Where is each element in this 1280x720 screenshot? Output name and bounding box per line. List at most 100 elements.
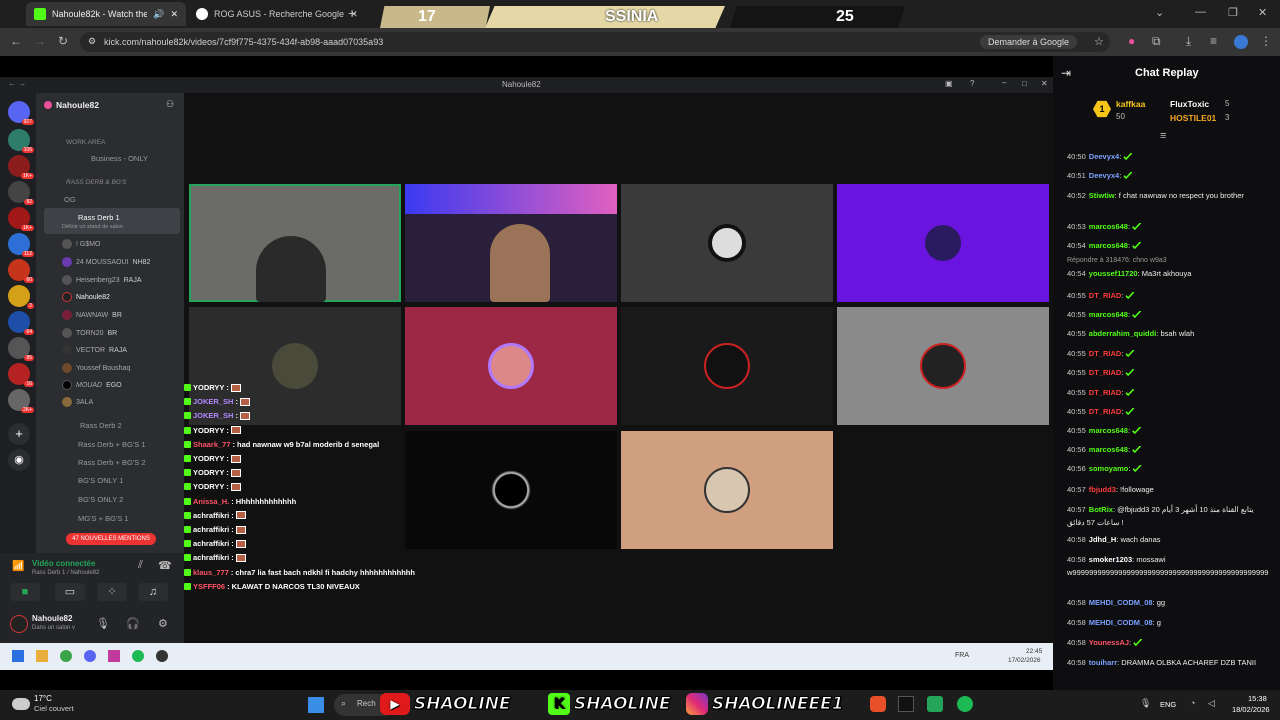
channel-rass1[interactable]: Rass Derb 1 xyxy=(78,213,120,222)
video-tile-cam2[interactable] xyxy=(405,184,617,302)
server-name[interactable]: Nahoule82 xyxy=(56,100,99,110)
maximize-button[interactable]: ❐ xyxy=(1228,6,1238,19)
chat-username[interactable]: YounessAJ xyxy=(1089,638,1129,647)
chat-username[interactable]: abderrahim_quiddi xyxy=(1089,329,1157,338)
input-lang[interactable]: ENG xyxy=(1160,700,1176,709)
new-mentions-pill[interactable]: 47 NOUVELLES MENTIONS xyxy=(66,533,156,545)
chat-username[interactable]: Deevyx4 xyxy=(1089,171,1119,180)
inbox-icon[interactable]: ▣ xyxy=(945,79,953,88)
camera-button[interactable]: ■ xyxy=(10,583,40,601)
channel-bg1[interactable]: BG'S ONLY 1 xyxy=(78,476,123,485)
soundboard-button[interactable]: ♫ xyxy=(138,583,168,601)
chat-username[interactable]: BotRix xyxy=(1089,505,1113,514)
spotify-icon[interactable] xyxy=(957,696,973,712)
nav-arrows-icon[interactable]: ← → xyxy=(8,79,26,88)
server-icon[interactable]: 64 xyxy=(8,311,34,335)
disconnect-icon[interactable]: ☎ xyxy=(158,559,172,572)
voice-user[interactable]: Heisenberg23 RAJA xyxy=(62,275,142,285)
server-icon[interactable]: 82 xyxy=(8,181,34,205)
app-icon[interactable] xyxy=(927,696,943,712)
chat-username[interactable]: Stiwtiw xyxy=(1089,191,1115,200)
leader-name[interactable]: kaffkaa xyxy=(1116,99,1145,109)
minimize-button[interactable]: – xyxy=(1002,78,1006,87)
maximize-button[interactable]: □ xyxy=(1022,79,1027,88)
voice-user[interactable]: MOUAD EGO xyxy=(62,380,122,390)
add-server-icon[interactable]: + xyxy=(8,423,30,445)
brave-icon[interactable] xyxy=(870,696,886,712)
category-rass[interactable]: RASS DERB & BG'S xyxy=(66,179,126,186)
bookmark-star-icon[interactable]: ☆ xyxy=(1094,35,1104,48)
menu-icon[interactable]: ⋮ xyxy=(1260,34,1272,48)
channel-business[interactable]: Business - ONLY xyxy=(91,154,148,163)
chat-username[interactable]: marcos648 xyxy=(1089,241,1128,250)
chat-username[interactable]: touiharr xyxy=(1089,658,1117,667)
tab-kick[interactable]: Nahoule82k - Watch the VO 🔊 ✕ xyxy=(26,2,186,26)
chevron-down-icon[interactable]: ⌄ xyxy=(1155,6,1164,19)
download-icon[interactable]: ⤓ xyxy=(1186,34,1191,49)
chat-username[interactable]: DT_RIAD xyxy=(1089,388,1122,397)
help-icon[interactable]: ? xyxy=(970,79,974,88)
server-icon[interactable]: 2K+ xyxy=(8,389,34,413)
channel-og[interactable]: OG xyxy=(64,195,76,204)
extensions-puzzle-icon[interactable]: ⧉ xyxy=(1152,34,1161,49)
reply-note[interactable]: Répondre à 318476: chno w9a3 xyxy=(1067,254,1273,267)
profile-avatar[interactable] xyxy=(1234,35,1248,49)
ask-google-button[interactable]: Demander à Google xyxy=(980,35,1078,49)
server-icon[interactable]: 112 xyxy=(8,233,34,257)
mic-icon[interactable]: 🎙 xyxy=(1140,698,1151,709)
video-tile-user[interactable] xyxy=(837,307,1049,425)
server-icon[interactable]: 1K+ xyxy=(8,207,34,231)
site-info-icon[interactable]: ⚙ xyxy=(88,36,96,47)
activities-button[interactable]: ⁘ xyxy=(97,583,127,601)
clock-date[interactable]: 18/02/2026 xyxy=(1232,705,1270,714)
extension-icon[interactable]: ● xyxy=(1128,34,1135,48)
clock-time[interactable]: 15:38 xyxy=(1248,694,1267,703)
chat-username[interactable]: Jdhd_H xyxy=(1089,535,1117,544)
chat-username[interactable]: smoker1203 xyxy=(1089,555,1132,564)
voice-user[interactable]: 3ALA xyxy=(62,397,93,407)
voice-user[interactable]: Youssef Boushaq xyxy=(62,363,130,373)
chat-username[interactable]: marcos648 xyxy=(1089,426,1128,435)
volume-icon[interactable]: ◁ xyxy=(1208,698,1215,709)
video-tile-user[interactable] xyxy=(837,184,1049,302)
address-bar[interactable]: ⚙ kick.com/nahoule82k/videos/7cf9f775-43… xyxy=(80,32,1110,52)
voice-user[interactable]: TORN20 BR xyxy=(62,328,117,338)
chat-username[interactable]: somoyamo xyxy=(1089,464,1129,473)
avatar[interactable] xyxy=(10,615,28,633)
chat-username[interactable]: DT_RIAD xyxy=(1089,349,1122,358)
media-icon[interactable]: ≡ xyxy=(1210,34,1217,48)
server-icon[interactable]: 106 xyxy=(8,129,34,153)
channel-bg2[interactable]: BG'S ONLY 2 xyxy=(78,495,123,504)
video-tile-user[interactable] xyxy=(621,431,833,549)
capcut-icon[interactable] xyxy=(898,696,914,712)
reload-icon[interactable]: ↻ xyxy=(58,34,68,48)
chat-username[interactable]: youssef11720 xyxy=(1089,269,1138,278)
video-tile-cam1[interactable] xyxy=(189,184,401,302)
voice-user[interactable]: ! G$MO xyxy=(62,239,101,249)
leader-name[interactable]: HOSTILE01 xyxy=(1170,113,1216,123)
leader-name[interactable]: FluxToxic xyxy=(1170,99,1209,109)
audio-icon[interactable]: 🔊 xyxy=(153,9,164,20)
server-icon[interactable]: 60 xyxy=(8,259,34,283)
channel-rass-bg1[interactable]: Rass Derb + BG'S 1 xyxy=(78,440,146,449)
channel-rass-bg2[interactable]: Rass Derb + BG'S 2 xyxy=(78,458,146,467)
chat-username[interactable]: marcos648 xyxy=(1089,222,1128,231)
forward-icon[interactable]: → xyxy=(34,34,46,48)
tab-google[interactable]: ROG ASUS - Recherche Google ✕ xyxy=(188,2,358,26)
close-window-button[interactable]: ✕ xyxy=(1258,6,1267,19)
voice-channel-path[interactable]: Rass Derb 1 / Nahoule82 xyxy=(32,570,99,576)
headphones-icon[interactable]: 🎧 xyxy=(126,617,140,630)
chat-username[interactable]: DT_RIAD xyxy=(1089,368,1122,377)
close-window-button[interactable]: ✕ xyxy=(1041,79,1048,88)
new-tab-button[interactable]: + xyxy=(348,5,356,21)
server-icon[interactable]: 1K+ xyxy=(8,155,34,179)
server-icon[interactable]: 85 xyxy=(8,337,34,361)
chat-username[interactable]: MEHDI_CODM_08 xyxy=(1089,618,1153,627)
server-icon[interactable]: 2 xyxy=(8,285,34,309)
wifi-icon[interactable]: ◔ xyxy=(1190,698,1195,708)
server-icon[interactable]: 927 xyxy=(8,101,34,125)
chat-username[interactable]: fbjudd3 xyxy=(1089,485,1116,494)
chat-username[interactable]: marcos648 xyxy=(1089,310,1128,319)
collapse-chat-icon[interactable]: ⇥ xyxy=(1061,66,1071,80)
mic-icon[interactable]: 🎙 xyxy=(96,617,110,630)
